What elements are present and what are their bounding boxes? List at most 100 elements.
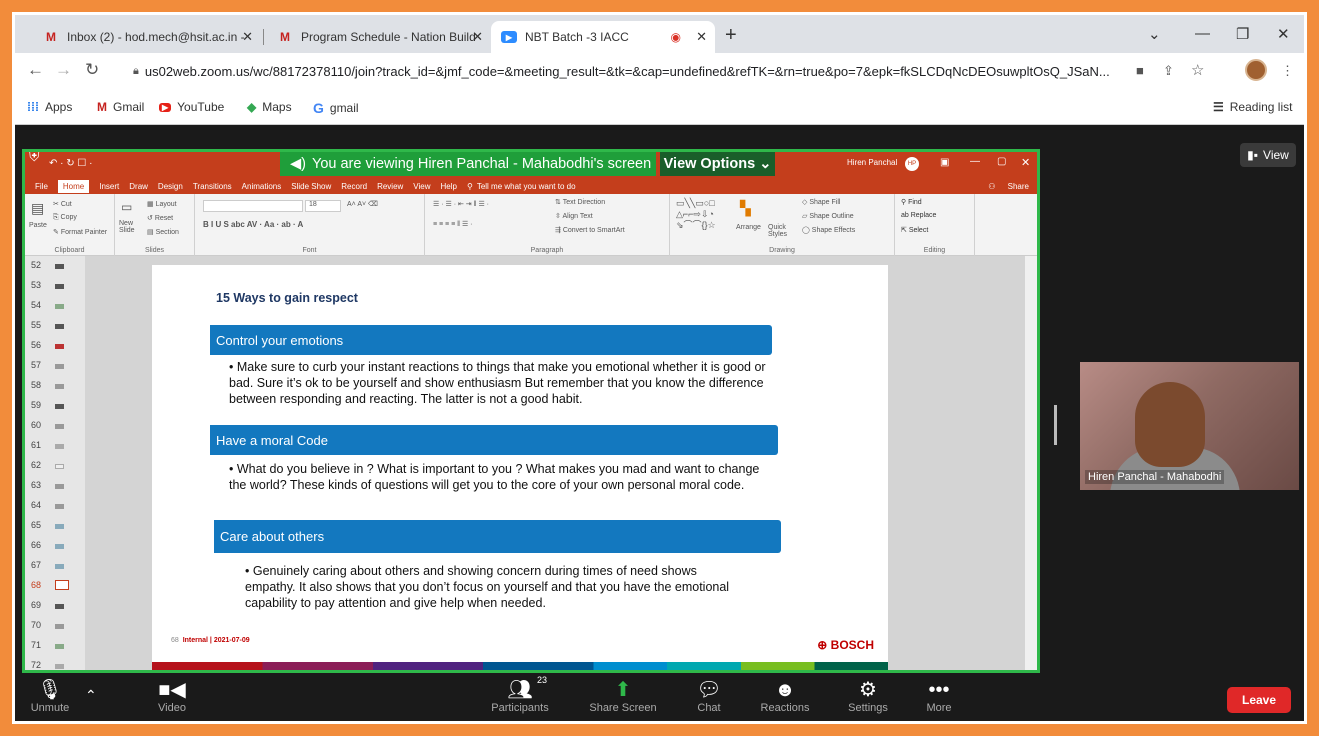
more-button[interactable]: ••• More [904, 678, 974, 721]
slide-thumb[interactable] [55, 524, 64, 529]
forward-icon[interactable]: → [55, 60, 72, 80]
menu-design[interactable]: Design [158, 182, 183, 191]
back-icon[interactable]: ← [27, 60, 44, 80]
slide-number[interactable]: 66 [31, 540, 41, 550]
text-direction-button[interactable]: ⇅ Text Direction [555, 198, 605, 206]
paste-label[interactable]: Paste [29, 222, 47, 229]
bookmark-apps[interactable]: ⁞⁞⁞ Apps [27, 100, 72, 114]
slide-number[interactable]: 59 [31, 400, 41, 410]
slide-thumb[interactable] [55, 644, 64, 649]
star-icon[interactable]: ☆ [1191, 61, 1204, 79]
list-buttons[interactable]: ☰ · ☰ · ⇤ ⇥ ‖ ☰ · [433, 200, 489, 208]
slide-thumb[interactable] [55, 664, 64, 669]
close-icon[interactable]: ✕ [696, 29, 707, 45]
new-tab-icon[interactable]: + [725, 24, 737, 47]
font-name-field[interactable] [203, 200, 303, 212]
tab-inbox[interactable]: M Inbox (2) - hod.mech@hsit.ac.in - ✕ [33, 21, 261, 53]
replace-button[interactable]: ab Replace [901, 212, 936, 219]
tab-program-schedule[interactable]: M Program Schedule - Nation Build ✕ [267, 21, 491, 53]
font-style-buttons[interactable]: B I U S abc AV · Aa · ab · A [203, 220, 303, 229]
new-slide-icon[interactable]: ▭ [121, 200, 132, 214]
slide-number[interactable]: 52 [31, 260, 41, 270]
shape-effects-button[interactable]: ◯ Shape Effects [802, 226, 855, 234]
chevron-down-icon[interactable]: ⌄ [1148, 25, 1161, 43]
share-screen-button[interactable]: ⬆ Share Screen [588, 678, 658, 721]
menu-insert[interactable]: Insert [99, 182, 119, 191]
slide-thumb[interactable] [55, 464, 64, 469]
ribbon-display-icon[interactable]: ▣ [940, 157, 949, 168]
view-button[interactable]: ▮▪ View [1240, 143, 1296, 167]
select-button[interactable]: ⇱ Select [901, 226, 928, 234]
shape-outline-button[interactable]: ▱ Shape Outline [802, 212, 854, 220]
menu-review[interactable]: Review [377, 182, 403, 191]
chat-button[interactable]: 💬︎ Chat [674, 678, 744, 721]
leave-button[interactable]: Leave [1227, 687, 1291, 713]
reactions-button[interactable]: ☻ Reactions [750, 678, 820, 721]
ppt-close-icon[interactable]: ✕ [1021, 156, 1030, 169]
slide-thumb[interactable] [55, 604, 64, 609]
copy-button[interactable]: ⎘ Copy [53, 214, 77, 222]
menu-record[interactable]: Record [341, 182, 367, 191]
slide-number[interactable]: 61 [31, 440, 41, 450]
slide-number[interactable]: 67 [31, 560, 41, 570]
ppt-restore-icon[interactable]: ▢ [997, 156, 1006, 167]
participant-video[interactable]: Hiren Panchal - Mahabodhi [1080, 362, 1299, 490]
video-button[interactable]: ■◀ Video [137, 678, 207, 721]
bookmark-youtube[interactable]: ▶ YouTube [159, 100, 224, 114]
slide-number[interactable]: 69 [31, 600, 41, 610]
ppt-minimize-icon[interactable]: — [970, 156, 980, 167]
tell-me-search[interactable]: Tell me what you want to do [477, 182, 576, 191]
menu-icon[interactable]: ⋮ [1281, 63, 1294, 79]
quick-styles-label[interactable]: Quick Styles [768, 224, 796, 238]
menu-transitions[interactable]: Transitions [193, 182, 232, 191]
slide-thumb[interactable] [55, 344, 64, 349]
convert-smartart-button[interactable]: ⇶ Convert to SmartArt [555, 226, 625, 234]
unmute-button[interactable]: 🎙︎ Unmute [15, 678, 85, 721]
menu-home[interactable]: Home [57, 179, 90, 193]
bookmark-maps[interactable]: ◆ Maps [247, 100, 292, 114]
new-slide-label[interactable]: New Slide [119, 220, 145, 234]
slide-thumb[interactable] [55, 424, 64, 429]
slide-number[interactable]: 62 [31, 460, 41, 470]
slide-number[interactable]: 60 [31, 420, 41, 430]
slide-thumb[interactable] [55, 284, 64, 289]
menu-slideshow[interactable]: Slide Show [291, 182, 331, 191]
slide-thumb[interactable] [55, 564, 64, 569]
window-close-icon[interactable]: ✕ [1277, 25, 1290, 43]
share-icon[interactable]: ⇪ [1163, 63, 1174, 79]
cut-button[interactable]: ✂ Cut [53, 200, 72, 208]
chevron-up-icon[interactable]: ⌃ [85, 687, 97, 704]
minimize-icon[interactable]: — [1195, 25, 1210, 42]
font-grow-icons[interactable]: A˄ A˅ ⌫ [347, 200, 378, 208]
bookmark-gmail-2[interactable]: Ggmail [313, 100, 359, 116]
slide-thumb[interactable] [55, 404, 64, 409]
paste-icon[interactable]: ▤ [31, 200, 44, 217]
menu-animations[interactable]: Animations [242, 182, 282, 191]
find-button[interactable]: ⚲ Find [901, 198, 922, 206]
slide-thumb[interactable] [55, 364, 64, 369]
camera-icon[interactable]: ■ [1136, 63, 1144, 78]
slide-thumb[interactable] [55, 444, 64, 449]
close-icon[interactable]: ✕ [242, 29, 253, 45]
close-icon[interactable]: ✕ [472, 29, 483, 45]
slide-thumb-current[interactable] [55, 580, 69, 590]
address-bar[interactable]: 🔒︎ us02web.zoom.us/wc/88172378110/join?t… [125, 58, 1223, 84]
slide-thumb[interactable] [55, 484, 64, 489]
share-button[interactable]: ⚇ Share [988, 182, 1029, 191]
shapes-gallery[interactable]: ▭╲╲▭○□ △⌐⌐⇨⇩◔ ⇘⌒⌒{}☆ [676, 198, 732, 231]
slide-number-current[interactable]: 68 [31, 580, 41, 590]
reload-icon[interactable]: ↻ [85, 60, 99, 80]
format-painter-button[interactable]: ✎ Format Painter [53, 228, 107, 236]
slide-thumb[interactable] [55, 384, 64, 389]
layout-button[interactable]: ▦ Layout [147, 200, 177, 208]
tab-nbt-batch[interactable]: ▶ NBT Batch -3 IACC ◉ ✕ [491, 21, 715, 53]
slide-thumb[interactable] [55, 544, 64, 549]
arrange-label[interactable]: Arrange [736, 224, 761, 231]
avatar[interactable] [1245, 59, 1267, 81]
slide-number[interactable]: 57 [31, 360, 41, 370]
slide-thumb[interactable] [55, 324, 64, 329]
restore-icon[interactable]: ❐ [1236, 25, 1249, 43]
menu-draw[interactable]: Draw [129, 182, 148, 191]
slide-number[interactable]: 53 [31, 280, 41, 290]
reset-button[interactable]: ↺ Reset [147, 214, 173, 222]
